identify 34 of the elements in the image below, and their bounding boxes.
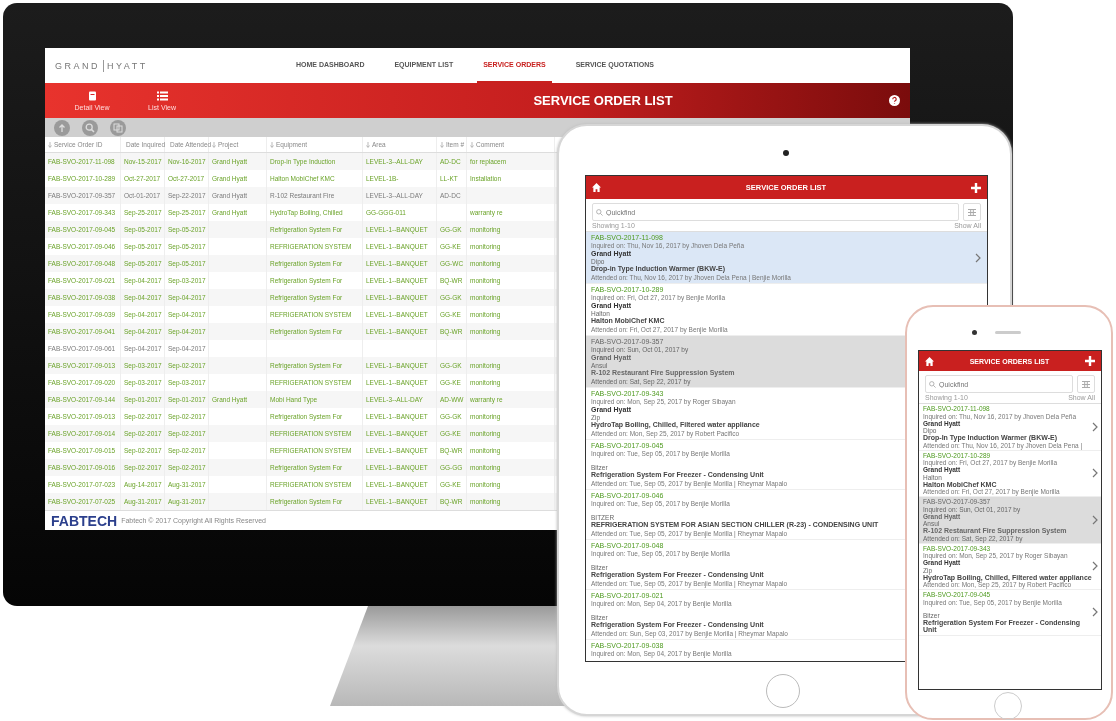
chevron-icon bbox=[1092, 561, 1098, 572]
home-icon[interactable] bbox=[925, 356, 934, 366]
grid-icon bbox=[968, 208, 976, 216]
search-icon bbox=[929, 380, 936, 388]
chevron-icon bbox=[1092, 468, 1098, 479]
document-icon bbox=[87, 90, 97, 101]
columns-button[interactable] bbox=[1077, 375, 1095, 393]
sort-icon bbox=[212, 141, 216, 148]
sort-icon bbox=[48, 141, 52, 148]
chevron-icon bbox=[1092, 607, 1098, 618]
chevron-icon bbox=[1092, 421, 1098, 432]
list-icon bbox=[156, 90, 168, 101]
speaker-grille bbox=[995, 331, 1021, 334]
chevron-icon bbox=[1092, 514, 1098, 525]
columns-button[interactable] bbox=[963, 203, 981, 221]
logo-text: GRAND HYATT bbox=[55, 59, 149, 72]
sort-icon bbox=[440, 141, 444, 148]
home-icon[interactable] bbox=[592, 183, 601, 192]
camera-dot bbox=[972, 330, 977, 335]
upload-icon[interactable] bbox=[54, 119, 70, 136]
brand-logo: FABTECH bbox=[51, 512, 118, 529]
search-icon[interactable] bbox=[82, 119, 98, 136]
sort-icon bbox=[470, 141, 474, 148]
sort-icon bbox=[270, 141, 274, 148]
search-icon bbox=[596, 208, 603, 216]
page-title: SERVICE ORDER LIST bbox=[532, 93, 674, 108]
grid-icon bbox=[1082, 380, 1090, 388]
sort-icon bbox=[366, 141, 370, 148]
copy-icon[interactable] bbox=[110, 119, 126, 136]
help-icon[interactable] bbox=[889, 95, 900, 106]
plus-icon[interactable] bbox=[971, 182, 981, 193]
plus-icon[interactable] bbox=[1085, 356, 1095, 366]
chevron-icon bbox=[975, 252, 981, 263]
camera-dot bbox=[783, 150, 789, 156]
